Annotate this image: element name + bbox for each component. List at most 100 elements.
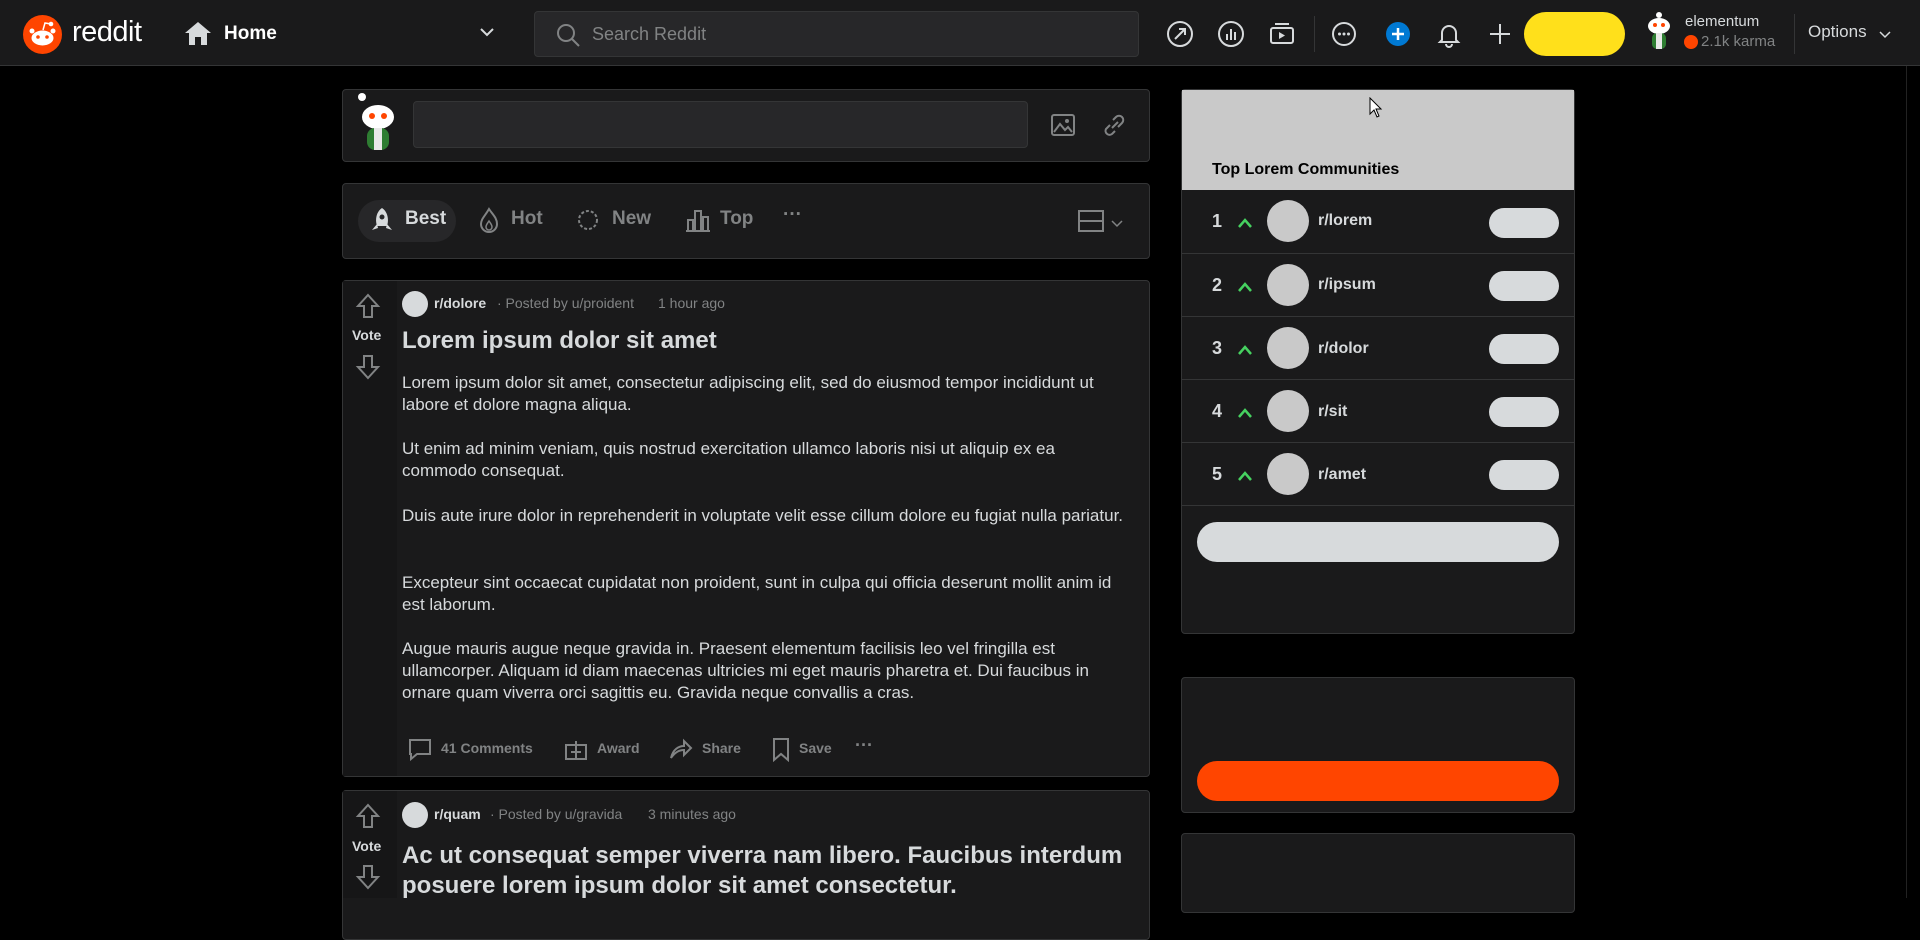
comments-button[interactable]: 41 Comments	[441, 740, 533, 756]
reddit-wordmark[interactable]: reddit	[72, 16, 142, 49]
share-button[interactable]: Share	[702, 740, 741, 756]
user-name[interactable]: elementum	[1685, 13, 1759, 30]
post-more-button[interactable]: ···	[855, 735, 873, 756]
post-paragraph: Ut enim ad minim veniam, quis nostrud ex…	[402, 439, 1055, 480]
home-icon	[184, 20, 212, 46]
bookmark-icon[interactable]	[768, 736, 794, 763]
community-name[interactable]: r/amet	[1318, 466, 1366, 484]
community-name[interactable]: r/sit	[1318, 403, 1347, 421]
sort-more-button[interactable]: ···	[783, 204, 802, 226]
downvote-icon[interactable]	[355, 863, 381, 891]
chevron-up-icon	[1237, 469, 1253, 481]
comment-icon[interactable]	[407, 736, 433, 762]
join-button[interactable]	[1489, 208, 1559, 238]
image-icon[interactable]	[1050, 112, 1076, 138]
premium-button[interactable]	[1197, 761, 1559, 801]
scrollbar[interactable]	[1906, 66, 1920, 898]
home-label[interactable]: Home	[224, 23, 277, 45]
post-paragraph: Duis aute irure dolor in reprehenderit i…	[402, 506, 1124, 525]
karma-icon	[1684, 35, 1698, 49]
downvote-icon[interactable]	[355, 353, 381, 381]
chevron-down-icon[interactable]	[1878, 27, 1892, 39]
chevron-down-icon[interactable]	[478, 25, 496, 39]
upvote-icon[interactable]	[355, 802, 381, 830]
save-button[interactable]: Save	[799, 740, 832, 756]
top-chart-icon	[685, 206, 711, 234]
popular-icon[interactable]	[1165, 19, 1195, 49]
community-rank: 1	[1211, 211, 1222, 231]
row-divider	[1182, 379, 1574, 380]
sort-best-label[interactable]: Best	[405, 208, 446, 230]
subreddit-icon[interactable]	[402, 802, 428, 828]
reddit-logo-icon[interactable]	[23, 15, 62, 54]
community-rank: 4	[1211, 401, 1222, 421]
row-divider	[1182, 316, 1574, 317]
sparkle-icon	[575, 206, 601, 234]
chevron-up-icon	[1237, 216, 1253, 228]
create-post-icon[interactable]	[1485, 19, 1515, 49]
post-author[interactable]: · Posted by u/proident	[497, 295, 634, 311]
create-post-input[interactable]	[413, 101, 1028, 148]
join-button[interactable]	[1489, 397, 1559, 427]
community-avatar[interactable]	[1267, 200, 1309, 242]
chevron-up-icon	[1237, 406, 1253, 418]
live-icon[interactable]	[1267, 19, 1297, 49]
community-name[interactable]: r/ipsum	[1318, 276, 1376, 294]
options-menu[interactable]: Options	[1808, 22, 1867, 42]
community-avatar[interactable]	[1267, 327, 1309, 369]
upvote-icon[interactable]	[355, 292, 381, 320]
vote-count: Vote	[352, 327, 382, 343]
join-button[interactable]	[1489, 334, 1559, 364]
post-time[interactable]: 3 minutes ago	[648, 806, 736, 822]
search-input[interactable]	[590, 13, 1130, 55]
subreddit-icon[interactable]	[402, 291, 428, 317]
chat-icon[interactable]	[1329, 19, 1359, 49]
stats-icon[interactable]	[1216, 19, 1246, 49]
sort-new-label[interactable]: New	[612, 208, 651, 230]
gift-icon[interactable]	[563, 736, 589, 762]
post-time[interactable]: 1 hour ago	[658, 295, 725, 311]
community-rank: 2	[1211, 275, 1222, 295]
share-icon[interactable]	[667, 736, 693, 762]
header-divider	[1314, 16, 1315, 52]
community-name[interactable]: r/dolor	[1318, 340, 1369, 358]
notifications-icon[interactable]	[1434, 19, 1464, 49]
award-button[interactable]: Award	[597, 740, 640, 756]
community-rank: 3	[1211, 338, 1222, 358]
header-divider	[1794, 14, 1795, 54]
row-divider	[1182, 253, 1574, 254]
community-avatar[interactable]	[1267, 453, 1309, 495]
community-name[interactable]: r/lorem	[1318, 212, 1372, 230]
community-avatar[interactable]	[1267, 264, 1309, 306]
user-avatar[interactable]	[352, 91, 404, 153]
karma-count: 2.1k karma	[1701, 33, 1776, 50]
join-button[interactable]	[1489, 460, 1559, 490]
post-author[interactable]: · Posted by u/gravida	[490, 806, 622, 822]
row-divider	[1182, 505, 1574, 506]
post-title[interactable]: Lorem ipsum dolor sit amet	[402, 326, 717, 356]
community-avatar[interactable]	[1267, 390, 1309, 432]
subreddit-link[interactable]: r/dolore	[434, 295, 486, 311]
sort-top-label[interactable]: Top	[720, 208, 753, 230]
subreddit-link[interactable]: r/quam	[434, 806, 481, 822]
chevron-down-icon[interactable]	[1110, 216, 1124, 228]
top-communities-title: Top Lorem Communities	[1212, 161, 1400, 178]
coins-button[interactable]	[1524, 12, 1625, 56]
vote-count: Vote	[352, 838, 382, 854]
user-avatar[interactable]	[1643, 11, 1675, 51]
post-paragraph: Lorem ipsum dolor sit amet, consectetur …	[402, 373, 1094, 414]
row-divider	[1182, 442, 1574, 443]
home-card	[1181, 833, 1575, 913]
layout-icon[interactable]	[1077, 209, 1105, 233]
post-title[interactable]: Ac ut consequat semper viverra nam liber…	[402, 841, 1132, 901]
post-paragraph: Augue mauris augue neque gravida in. Pra…	[402, 639, 1089, 702]
chevron-up-icon	[1237, 343, 1253, 355]
advertise-icon[interactable]	[1383, 19, 1413, 49]
join-button[interactable]	[1489, 271, 1559, 301]
chevron-up-icon	[1237, 280, 1253, 292]
view-all-button[interactable]	[1197, 522, 1559, 562]
link-icon[interactable]	[1100, 112, 1128, 140]
search-icon	[555, 22, 581, 48]
sort-hot-label[interactable]: Hot	[511, 208, 543, 230]
mouse-cursor-icon	[1369, 96, 1383, 119]
